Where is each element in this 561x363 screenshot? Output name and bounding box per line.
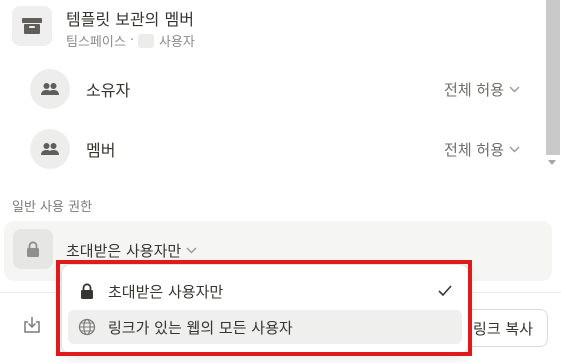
member-name: 멤버 [86,141,116,160]
people-icon [41,143,59,155]
subtitle-workspace: 팀스페이스 [66,35,126,50]
workspace-chip [137,33,154,48]
access-lock-box [13,229,53,269]
group-avatar [30,69,70,109]
general-access-label: 일반 사용 권한 [12,200,93,215]
page-subtitle: 팀스페이스 · 사용자 [66,31,195,50]
import-button[interactable] [22,315,42,335]
globe-icon [78,318,96,336]
archive-icon [22,18,42,34]
member-access-label: 전체 허용 [444,80,504,99]
member-row-member: 멤버 전체 허용 [30,129,520,169]
menu-item-anyone-with-link[interactable]: 링크가 있는 웹의 모든 사용자 [68,310,462,344]
general-access-dropdown[interactable]: 초대받은 사용자만 [66,240,197,261]
menu-item-label: 초대받은 사용자만 [108,282,224,301]
scrollbar-thumb[interactable] [546,0,560,155]
archive-icon-box [12,6,52,46]
people-icon [41,83,59,95]
member-access-dropdown[interactable]: 전체 허용 [444,79,520,100]
lock-icon [81,282,93,299]
member-access-label: 전체 허용 [444,140,504,159]
scroll-down-arrow-icon[interactable] [548,160,556,165]
general-access-selected: 초대받은 사용자만 [66,242,182,260]
subtitle-separator: · [129,33,134,48]
chevron-down-icon [509,146,520,152]
lock-icon [27,240,39,257]
subtitle-users: 사용자 [158,35,195,50]
checkmark-icon [438,285,452,297]
member-row-owner: 소유자 전체 허용 [30,69,520,109]
import-icon [24,317,40,333]
menu-item-label: 링크가 있는 웹의 모든 사용자 [108,318,293,337]
menu-item-invited-only[interactable]: 초대받은 사용자만 [68,274,462,308]
member-access-dropdown[interactable]: 전체 허용 [444,139,520,160]
member-name: 소유자 [86,81,131,100]
chevron-down-icon [509,86,520,92]
chevron-down-icon [186,247,197,254]
page-title: 템플릿 보관의 멤버 [66,10,194,29]
group-avatar [30,129,70,169]
general-access-menu: 초대받은 사용자만 링크가 있는 웹의 모든 사용자 [62,265,468,353]
